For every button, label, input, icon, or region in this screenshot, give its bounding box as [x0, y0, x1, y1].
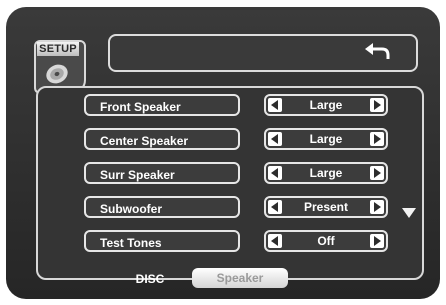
setting-value-subwoofer[interactable]: Present [264, 196, 388, 218]
arrow-right-icon[interactable] [370, 166, 384, 180]
arrow-left-icon[interactable] [268, 234, 282, 248]
setting-label-surr-speaker[interactable]: Surr Speaker [84, 162, 240, 184]
value-text: Large [309, 132, 343, 146]
arrow-left-icon[interactable] [268, 98, 282, 112]
tab-disc[interactable]: DISC [128, 270, 172, 288]
scroll-down-icon[interactable] [402, 208, 416, 218]
setting-label-subwoofer[interactable]: Subwoofer [84, 196, 240, 218]
value-text: Present [303, 200, 349, 214]
arrow-right-icon[interactable] [370, 200, 384, 214]
setting-value-surr-speaker[interactable]: Large [264, 162, 388, 184]
tab-speaker[interactable]: Speaker [192, 268, 288, 288]
arrow-right-icon[interactable] [370, 98, 384, 112]
setting-label-front-speaker[interactable]: Front Speaker [84, 94, 240, 116]
return-arrow-icon[interactable] [364, 41, 394, 63]
arrow-right-icon[interactable] [370, 234, 384, 248]
disc-icon [46, 64, 68, 84]
arrow-right-icon[interactable] [370, 132, 384, 146]
setting-value-front-speaker[interactable]: Large [264, 94, 388, 116]
setting-label-center-speaker[interactable]: Center Speaker [84, 128, 240, 150]
setting-label-test-tones[interactable]: Test Tones [84, 230, 240, 252]
value-text: Large [309, 166, 343, 180]
arrow-left-icon[interactable] [268, 166, 282, 180]
arrow-left-icon[interactable] [268, 200, 282, 214]
value-text: Off [317, 234, 335, 248]
setup-label: SETUP [37, 42, 79, 56]
setting-value-center-speaker[interactable]: Large [264, 128, 388, 150]
arrow-left-icon[interactable] [268, 132, 282, 146]
setting-value-test-tones[interactable]: Off [264, 230, 388, 252]
value-text: Large [309, 98, 343, 112]
